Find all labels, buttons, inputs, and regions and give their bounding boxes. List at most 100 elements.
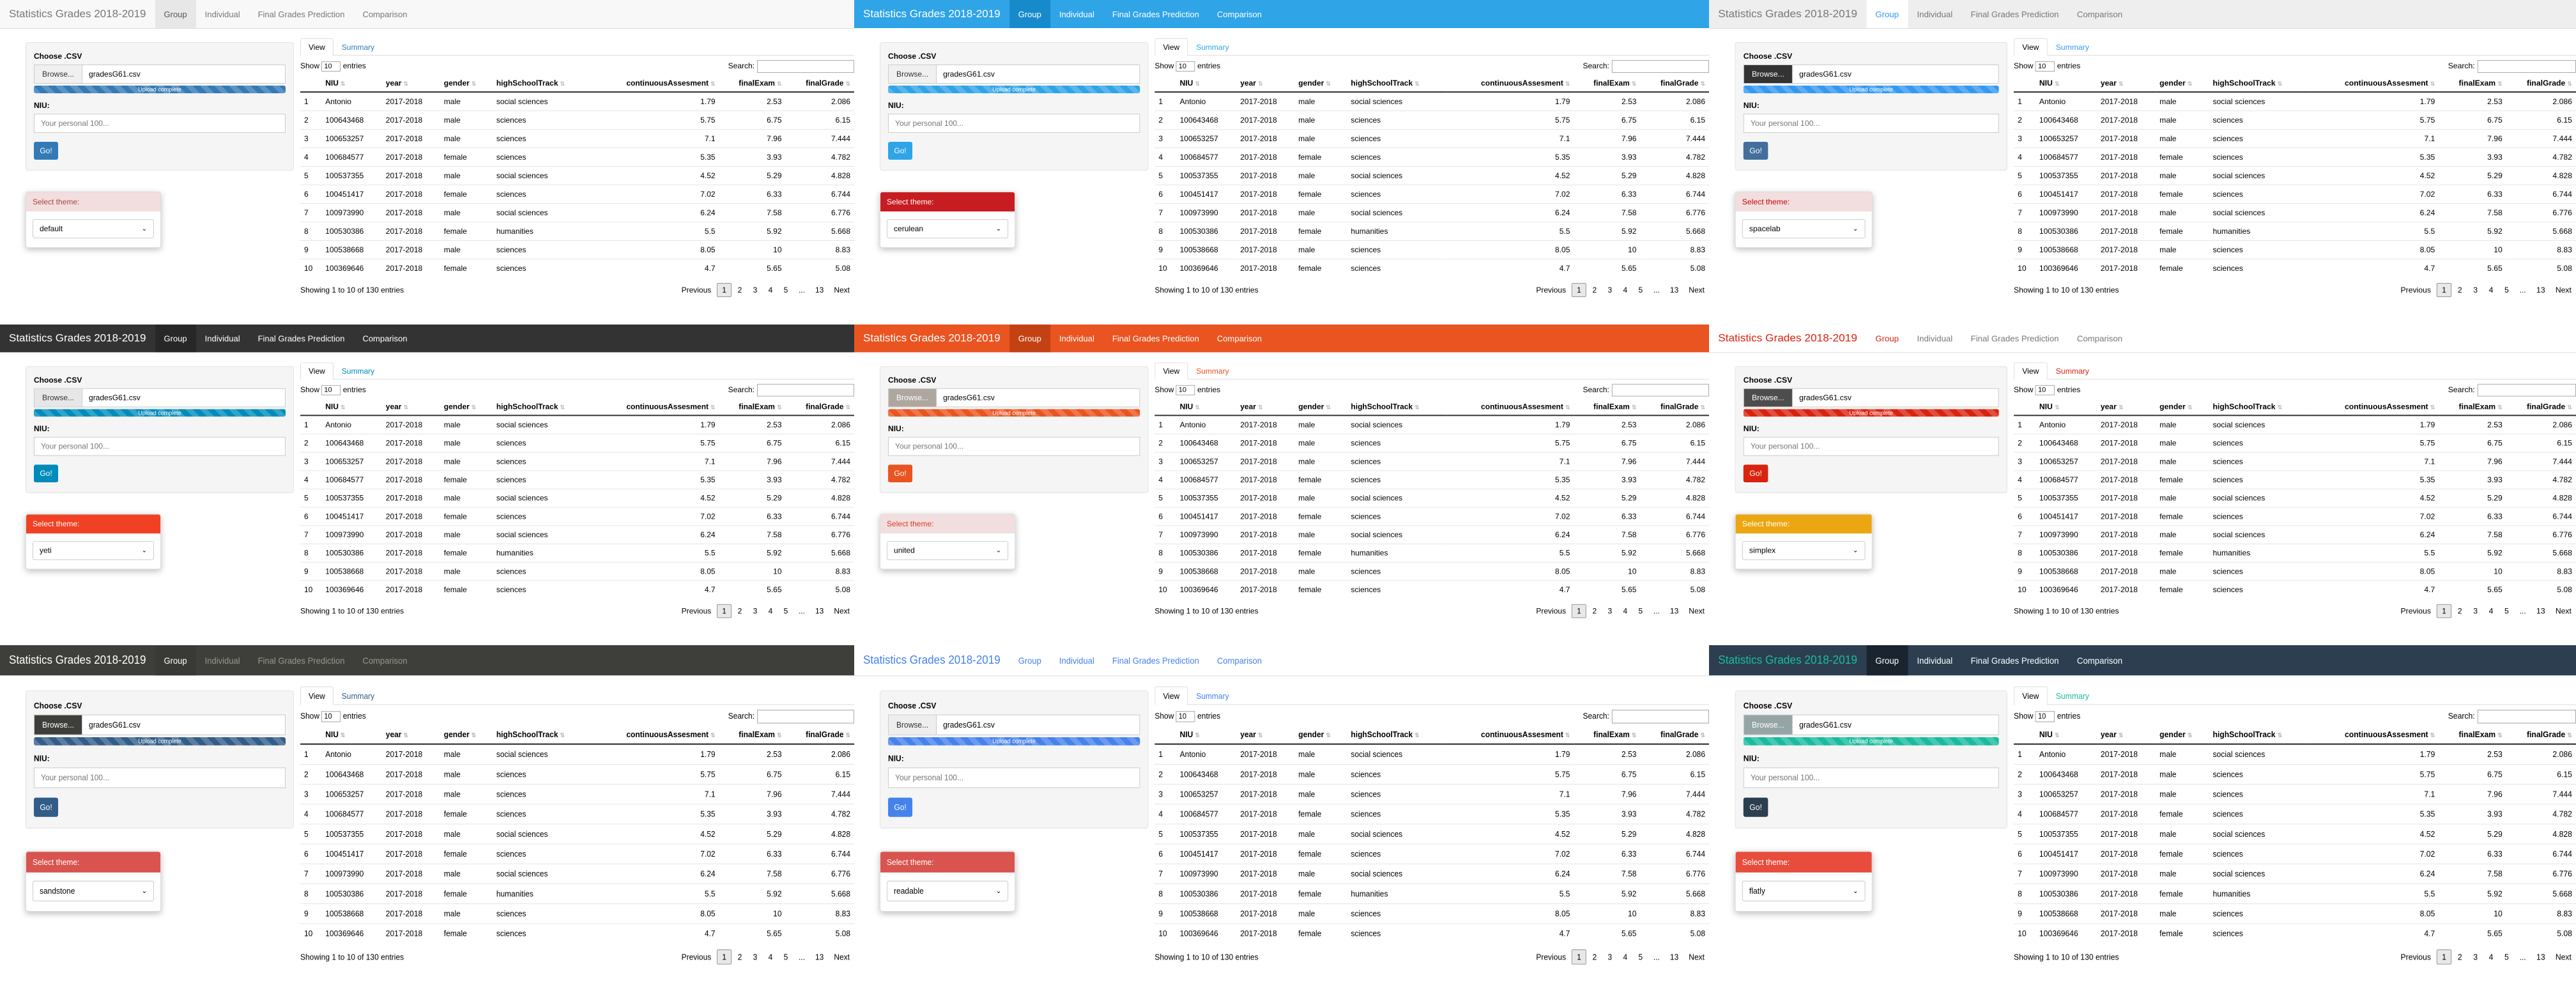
niu-input[interactable]: Your personal 100... (34, 114, 286, 133)
column-header[interactable]: gender ⇅ (1294, 725, 1347, 745)
column-header[interactable]: highSchoolTrack ⇅ (1347, 398, 1447, 417)
nav-comparison[interactable]: Comparison (2068, 0, 2132, 28)
previous-page-button[interactable]: Previous (2396, 604, 2435, 618)
theme-select[interactable]: yeti ⌄ (33, 540, 154, 560)
column-header[interactable]: gender ⇅ (440, 725, 493, 745)
column-header[interactable]: year ⇅ (1236, 725, 1295, 745)
search-input[interactable] (1611, 383, 1709, 397)
column-header[interactable]: finalGrade ⇅ (2506, 725, 2576, 745)
tab-summary[interactable]: Summary (1188, 362, 1237, 379)
column-header[interactable]: highSchoolTrack ⇅ (2209, 398, 2311, 417)
page-button[interactable]: 2 (2453, 283, 2467, 297)
nav-individual[interactable]: Individual (1908, 0, 1961, 28)
nav-comparison[interactable]: Comparison (353, 0, 416, 28)
column-header[interactable]: highSchoolTrack ⇅ (492, 725, 593, 745)
tab-view[interactable]: View (1154, 362, 1188, 379)
browse-button[interactable]: Browse... (34, 65, 83, 83)
nav-individual[interactable]: Individual (1908, 645, 1961, 675)
column-header[interactable]: finalExam ⇅ (719, 398, 786, 417)
tab-summary[interactable]: Summary (2048, 38, 2098, 55)
page-button[interactable]: 5 (2499, 604, 2513, 618)
previous-page-button[interactable]: Previous (1531, 949, 1570, 965)
nav-comparison[interactable]: Comparison (2068, 645, 2132, 675)
page-button[interactable]: 5 (1634, 949, 1648, 965)
search-input[interactable] (1611, 710, 1709, 724)
nav-comparison[interactable]: Comparison (1208, 325, 1271, 352)
page-button[interactable]: 13 (1666, 604, 1683, 618)
page-button[interactable]: 5 (2499, 283, 2513, 297)
nav-final-grades-prediction[interactable]: Final Grades Prediction (1103, 325, 1208, 352)
column-header[interactable]: continuousAssesment ⇅ (1446, 725, 1574, 745)
column-header[interactable]: finalExam ⇅ (719, 725, 786, 745)
column-header[interactable]: continuousAssesment ⇅ (592, 75, 719, 93)
previous-page-button[interactable]: Previous (2396, 283, 2435, 297)
page-button[interactable]: 3 (1603, 604, 1617, 618)
nav-comparison[interactable]: Comparison (353, 645, 416, 675)
tab-view[interactable]: View (2014, 686, 2048, 705)
nav-group[interactable]: Group (1009, 325, 1050, 353)
column-header[interactable]: highSchoolTrack ⇅ (2209, 725, 2311, 745)
column-header[interactable]: year ⇅ (2096, 75, 2156, 93)
column-header[interactable]: finalExam ⇅ (1574, 75, 1641, 93)
page-button[interactable]: 1 (2437, 283, 2452, 297)
tab-view[interactable]: View (2014, 362, 2048, 379)
page-button[interactable]: 1 (1572, 604, 1586, 618)
column-header[interactable]: gender ⇅ (2156, 75, 2209, 93)
page-button[interactable]: 1 (2437, 949, 2452, 965)
nav-comparison[interactable]: Comparison (1208, 0, 1271, 28)
column-header[interactable]: year ⇅ (381, 398, 440, 417)
page-length-select[interactable]: 10 (2035, 711, 2055, 723)
page-button[interactable]: 3 (2468, 283, 2482, 297)
search-input[interactable] (2477, 710, 2576, 724)
nav-individual[interactable]: Individual (196, 0, 249, 28)
go-button[interactable]: Go! (34, 142, 58, 160)
page-button[interactable]: 4 (1618, 949, 1632, 965)
go-button[interactable]: Go! (888, 797, 913, 817)
nav-individual[interactable]: Individual (1050, 0, 1103, 28)
go-button[interactable]: Go! (888, 464, 913, 483)
page-button[interactable]: 13 (2532, 949, 2550, 965)
nav-final-grades-prediction[interactable]: Final Grades Prediction (1103, 645, 1208, 675)
column-header[interactable]: highSchoolTrack ⇅ (492, 75, 593, 93)
tab-view[interactable]: View (300, 362, 334, 379)
page-button[interactable]: 4 (763, 604, 778, 618)
column-header[interactable]: finalGrade ⇅ (785, 725, 854, 745)
niu-input[interactable]: Your personal 100... (1743, 767, 1999, 788)
theme-select[interactable]: default ⌄ (33, 219, 154, 238)
page-button[interactable]: 13 (2532, 283, 2550, 297)
theme-select[interactable]: flatly ⌄ (1742, 880, 1866, 901)
browse-button[interactable]: Browse... (889, 65, 937, 83)
page-button[interactable]: 1 (1572, 283, 1586, 297)
column-header[interactable]: highSchoolTrack ⇅ (2209, 75, 2311, 93)
nav-comparison[interactable]: Comparison (353, 325, 416, 352)
nav-group[interactable]: Group (155, 645, 196, 676)
file-input[interactable]: Browse... gradesG61.csv (34, 714, 286, 735)
nav-final-grades-prediction[interactable]: Final Grades Prediction (249, 0, 354, 28)
nav-individual[interactable]: Individual (1050, 325, 1103, 352)
nav-individual[interactable]: Individual (196, 645, 249, 675)
go-button[interactable]: Go! (34, 797, 58, 817)
column-header[interactable]: finalExam ⇅ (2439, 725, 2506, 745)
tab-view[interactable]: View (2014, 38, 2048, 56)
file-input[interactable]: Browse... gradesG61.csv (888, 388, 1140, 408)
column-header[interactable]: continuousAssesment ⇅ (2310, 398, 2439, 417)
column-header[interactable]: continuousAssesment ⇅ (2310, 725, 2439, 745)
page-button[interactable]: 4 (2484, 949, 2498, 965)
column-header[interactable]: year ⇅ (2096, 725, 2156, 745)
browse-button[interactable]: Browse... (1744, 388, 1793, 407)
tab-summary[interactable]: Summary (334, 362, 383, 379)
page-length-select[interactable]: 10 (1176, 61, 1195, 72)
file-input[interactable]: Browse... gradesG61.csv (1743, 714, 1999, 735)
tab-summary[interactable]: Summary (2048, 686, 2098, 704)
column-header[interactable]: gender ⇅ (440, 398, 493, 417)
previous-page-button[interactable]: Previous (2396, 949, 2435, 965)
nav-individual[interactable]: Individual (196, 325, 249, 352)
tab-view[interactable]: View (1154, 686, 1188, 705)
column-header[interactable]: year ⇅ (381, 725, 440, 745)
column-header[interactable]: gender ⇅ (440, 75, 493, 93)
column-header[interactable]: finalGrade ⇅ (1640, 725, 1709, 745)
column-header[interactable]: year ⇅ (1236, 75, 1295, 93)
page-length-select[interactable]: 10 (1176, 711, 1195, 723)
go-button[interactable]: Go! (1743, 797, 1768, 817)
column-header[interactable]: NIU ⇅ (1176, 75, 1237, 93)
